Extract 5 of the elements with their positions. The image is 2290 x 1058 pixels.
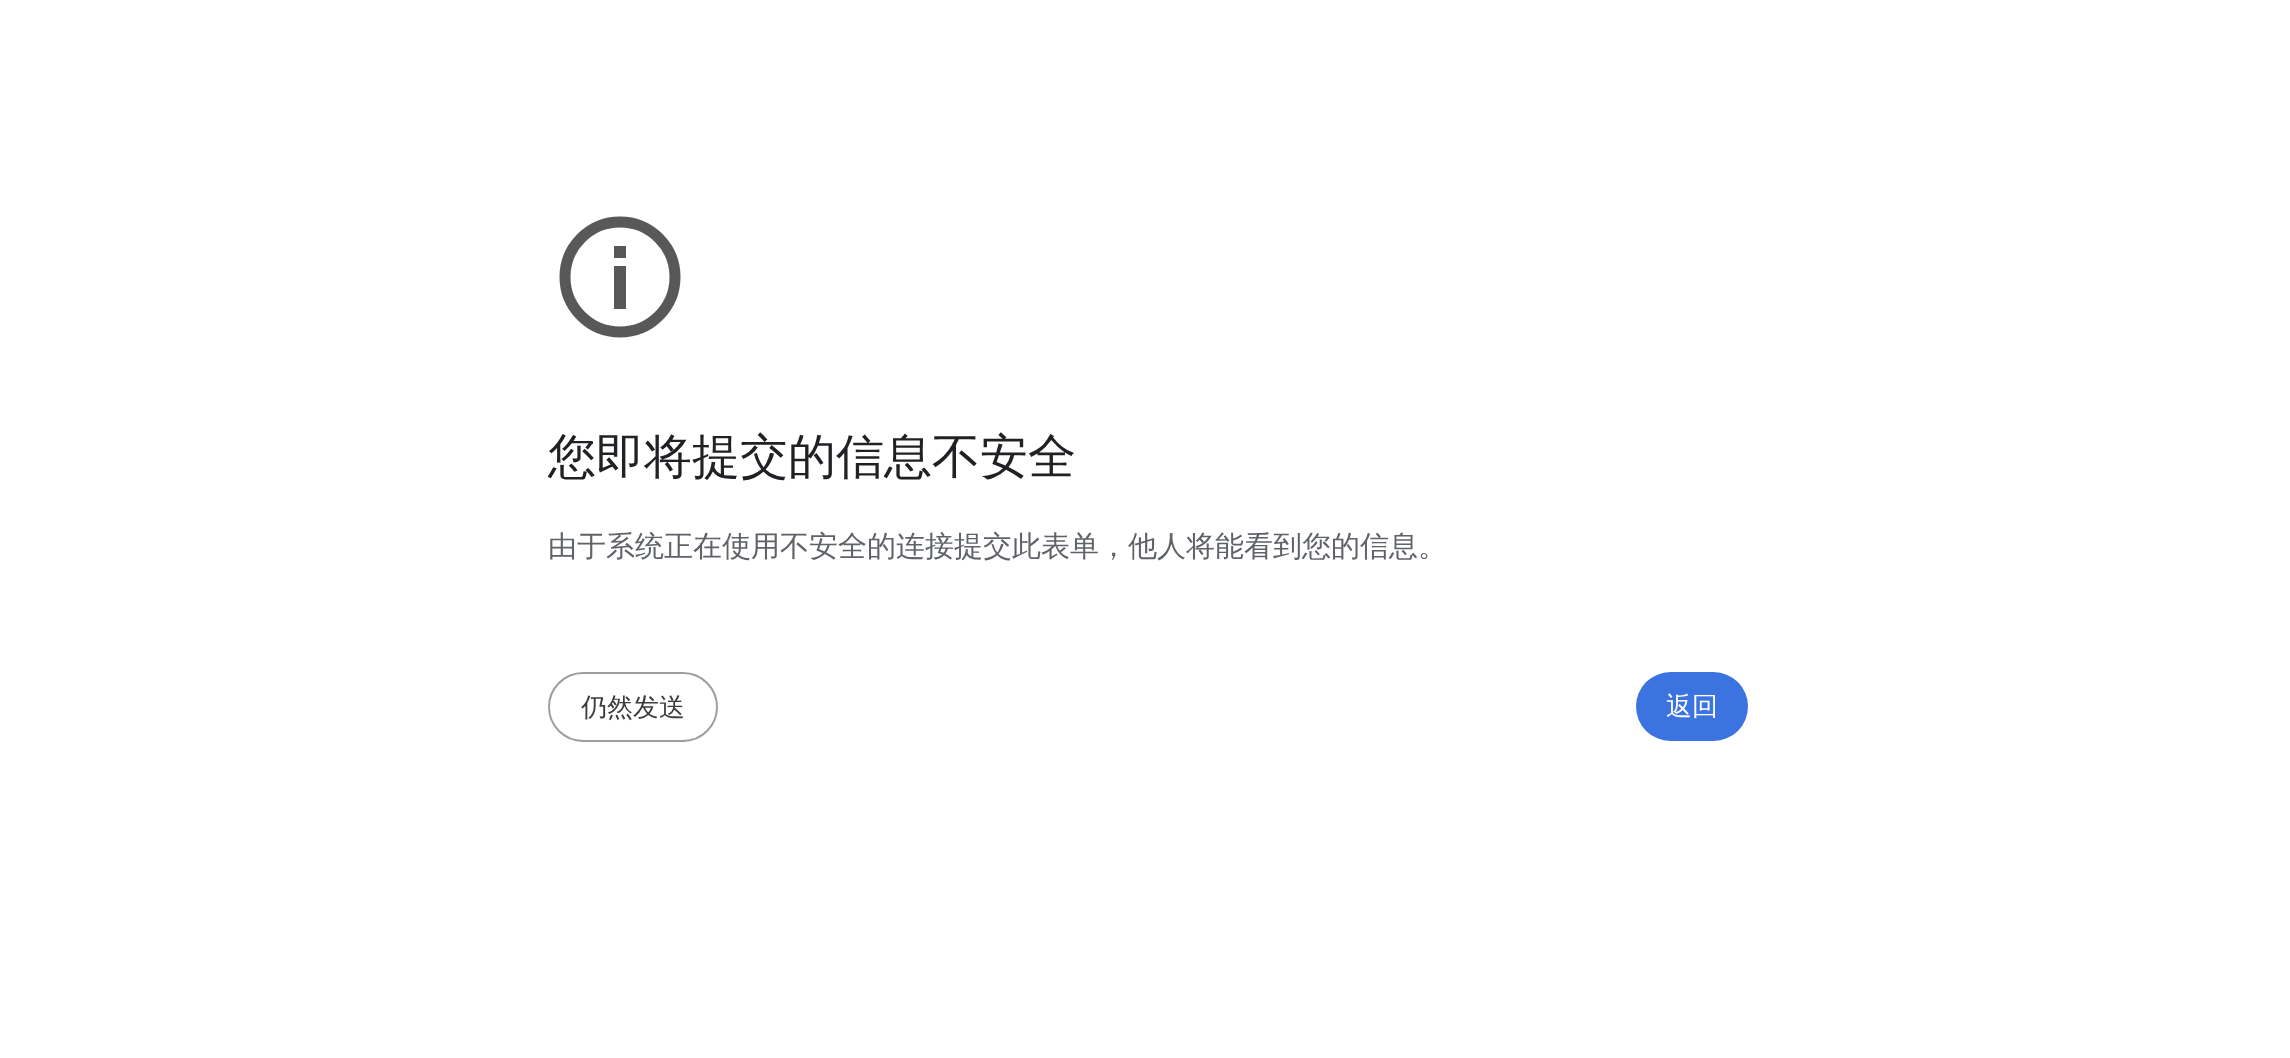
- page-title: 您即将提交的信息不安全: [548, 427, 1077, 486]
- back-button[interactable]: 返回: [1636, 672, 1748, 741]
- warning-message: 由于系统正在使用不安全的连接提交此表单，他人将能看到您的信息。: [548, 528, 1448, 565]
- send-anyway-button[interactable]: 仍然发送: [548, 672, 718, 742]
- info-icon: [559, 216, 681, 338]
